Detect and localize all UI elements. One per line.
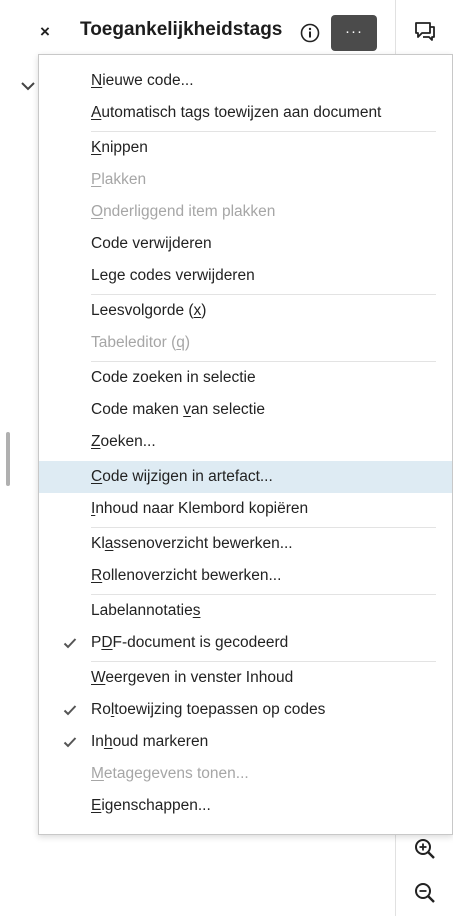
- checkmark-icon: [63, 737, 77, 748]
- menu-item: Metagegevens tonen...: [39, 758, 452, 790]
- context-menu: Nieuwe code... Automatisch tags toewijzen…: [38, 54, 453, 835]
- menu-item-label: Automatisch tags toewijzen aan document: [91, 104, 382, 121]
- menu-item[interactable]: PDF-document is gecodeerd: [39, 627, 452, 659]
- menu-item[interactable]: Code wijzigen in artefact...: [39, 461, 452, 493]
- menu-item-label: Onderliggend item plakken: [91, 203, 276, 220]
- menu-item-label: Leesvolgorde (x): [91, 302, 207, 319]
- panel-title: Toegankelijkheidstags: [80, 19, 283, 40]
- menu-item[interactable]: Labelannotaties: [39, 595, 452, 627]
- menu-item[interactable]: Inhoud naar Klembord kopiëren: [39, 493, 452, 525]
- menu-item-label: Lege codes verwijderen: [91, 267, 255, 284]
- checkmark-icon: [63, 638, 77, 649]
- menu-item[interactable]: Lege codes verwijderen: [39, 260, 452, 292]
- menu-item-label: Labelannotaties: [91, 602, 201, 619]
- menu-item-label: Zoeken...: [91, 433, 156, 450]
- menu-item[interactable]: Rollenoverzicht bewerken...: [39, 560, 452, 592]
- menu-item-label: Metagegevens tonen...: [91, 765, 249, 782]
- scrollbar-handle[interactable]: [6, 432, 10, 486]
- menu-item-label: Eigenschappen...: [91, 797, 211, 814]
- zoom-out-icon[interactable]: [410, 878, 440, 908]
- menu-item[interactable]: Klassenoverzicht bewerken...: [39, 528, 452, 560]
- menu-item[interactable]: Code verwijderen: [39, 228, 452, 260]
- menu-item[interactable]: Roltoewijzing toepassen op codes: [39, 694, 452, 726]
- info-icon[interactable]: [300, 23, 320, 43]
- menu-item-label: Code zoeken in selectie: [91, 369, 256, 386]
- menu-item: Onderliggend item plakken: [39, 196, 452, 228]
- close-button[interactable]: ×: [34, 21, 56, 43]
- menu-item[interactable]: Zoeken...: [39, 426, 452, 458]
- menu-item-label: Code verwijderen: [91, 235, 212, 252]
- menu-item-label: Klassenoverzicht bewerken...: [91, 535, 293, 552]
- menu-item[interactable]: Inhoud markeren: [39, 726, 452, 758]
- zoom-in-icon[interactable]: [410, 834, 440, 864]
- comment-icon[interactable]: [410, 16, 440, 46]
- menu-item-label: Code maken van selectie: [91, 401, 266, 418]
- menu-item: Plakken: [39, 164, 452, 196]
- menu-item-label: Plakken: [91, 171, 147, 188]
- menu-item-label: Tabeleditor (q): [91, 334, 191, 351]
- menu-item-label: Rollenoverzicht bewerken...: [91, 567, 282, 584]
- menu-item: Tabeleditor (q): [39, 327, 452, 359]
- menu-item[interactable]: Leesvolgorde (x): [39, 295, 452, 327]
- menu-item-label: Roltoewijzing toepassen op codes: [91, 701, 326, 718]
- menu-item[interactable]: Automatisch tags toewijzen aan document: [39, 97, 452, 129]
- menu-item-label: Weergeven in venster Inhoud: [91, 669, 294, 686]
- menu-item-label: Knippen: [91, 139, 148, 156]
- menu-item-label: Inhoud naar Klembord kopiëren: [91, 500, 309, 517]
- menu-item-label: PDF-document is gecodeerd: [91, 634, 289, 651]
- menu-item[interactable]: Code zoeken in selectie: [39, 362, 452, 394]
- menu-item-label: Inhoud markeren: [91, 733, 209, 750]
- checkmark-icon: [63, 705, 77, 716]
- menu-item[interactable]: Code maken van selectie: [39, 394, 452, 426]
- chevron-down-icon[interactable]: [18, 76, 38, 96]
- menu-item[interactable]: Weergeven in venster Inhoud: [39, 662, 452, 694]
- menu-item-label: Code wijzigen in artefact...: [91, 468, 273, 485]
- menu-item-label: Nieuwe code...: [91, 72, 194, 89]
- menu-item[interactable]: Eigenschappen...: [39, 790, 452, 822]
- more-options-button[interactable]: ···: [331, 15, 377, 51]
- menu-item[interactable]: Nieuwe code...: [39, 65, 452, 97]
- menu-item[interactable]: Knippen: [39, 132, 452, 164]
